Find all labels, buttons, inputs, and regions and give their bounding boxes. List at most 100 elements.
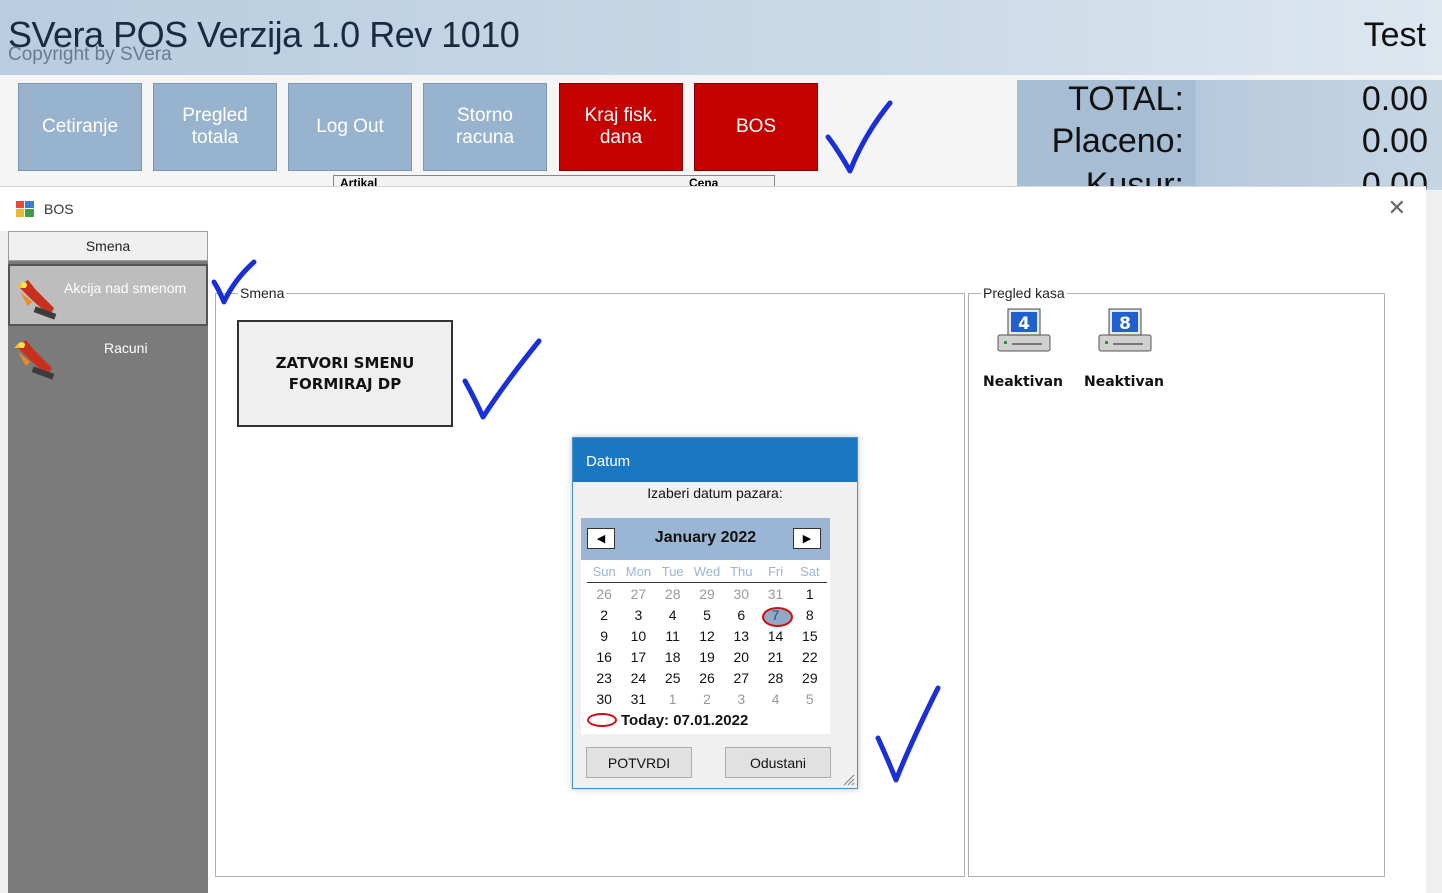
triangle-left-icon[interactable]: ◀ bbox=[587, 528, 615, 549]
zatvori-smenu-button[interactable]: ZATVORI SMENU FORMIRAJ DP bbox=[237, 320, 453, 427]
calendar-week-row: 2345678 bbox=[587, 605, 827, 627]
datum-dialog-title: Datum bbox=[573, 438, 857, 482]
cetiranje-button[interactable]: Cetiranje bbox=[18, 83, 142, 171]
zatvori-smenu-line1: ZATVORI SMENU bbox=[275, 353, 415, 372]
today-label: Today: 07.01.2022 bbox=[621, 712, 749, 729]
total-value: 0.00 bbox=[1361, 80, 1428, 118]
calendar-day[interactable]: 20 bbox=[724, 647, 758, 668]
calendar-day[interactable]: 30 bbox=[587, 689, 621, 710]
calendar-day[interactable]: 24 bbox=[621, 668, 655, 689]
calendar-day[interactable]: 2 bbox=[587, 605, 621, 626]
calendar-day[interactable]: 12 bbox=[690, 626, 724, 647]
calendar-week-row: 26 27 28 29 30 31 1 bbox=[587, 584, 827, 605]
sidebar-header-smena[interactable]: Smena bbox=[8, 231, 208, 261]
register-number-4: 4 bbox=[1018, 314, 1030, 334]
calendar-day[interactable]: 27 bbox=[724, 668, 758, 689]
weekday-header: Thu bbox=[730, 564, 753, 579]
calendar-day[interactable]: 18 bbox=[656, 647, 690, 668]
calendar-day[interactable]: 26 bbox=[587, 584, 621, 605]
calendar-day[interactable]: 4 bbox=[656, 605, 690, 626]
placeno-value: 0.00 bbox=[1361, 122, 1428, 160]
calendar-day[interactable]: 8 bbox=[793, 605, 827, 626]
kraj-fisk-dana-button[interactable]: Kraj fisk. dana bbox=[559, 83, 683, 171]
calendar-day[interactable]: 15 bbox=[793, 626, 827, 647]
calendar-day[interactable]: 5 bbox=[793, 689, 827, 710]
sidebar-item-label: Akcija nad smenom bbox=[64, 280, 187, 296]
calendar-today[interactable]: Today: 07.01.2022 bbox=[587, 712, 748, 729]
storno-racuna-button[interactable]: Storno racuna bbox=[423, 83, 547, 171]
screen: SVera POS Verzija 1.0 Rev 1010 Copyright… bbox=[0, 0, 1442, 893]
calendar-day[interactable]: 1 bbox=[793, 584, 827, 605]
sidebar-item-racuni[interactable]: Racuni bbox=[8, 326, 208, 388]
smena-group-caption: Smena bbox=[238, 285, 287, 301]
bos-titlebar: BOS ✕ bbox=[0, 187, 1426, 231]
weekday-header: Tue bbox=[661, 564, 684, 579]
calendar-day[interactable]: 31 bbox=[758, 584, 792, 605]
calendar-day[interactable]: 17 bbox=[621, 647, 655, 668]
cash-register-icon[interactable]: 8 bbox=[1095, 307, 1155, 353]
weekday-row: Sun Mon Tue Wed Thu Fri Sat bbox=[587, 562, 827, 583]
calendar-day[interactable]: 11 bbox=[656, 626, 690, 647]
calendar-day[interactable]: 3 bbox=[621, 605, 655, 626]
fire-extinguisher-icon bbox=[14, 340, 55, 380]
potvrdi-button[interactable]: POTVRDI bbox=[586, 747, 692, 778]
triangle-right-icon[interactable]: ▶ bbox=[793, 528, 821, 549]
weekday-header: Sat bbox=[800, 564, 820, 579]
pregled-kasa-group-caption: Pregled kasa bbox=[981, 285, 1067, 301]
sidebar-item-label: Racuni bbox=[104, 340, 148, 356]
placeno-label: Placeno: bbox=[1051, 122, 1184, 160]
calendar-day-selected: 7 bbox=[771, 607, 780, 623]
month-calendar[interactable]: January 2022 ◀ ▶ Sun Mon Tue Wed Thu Fri Sat 2… bbox=[581, 518, 830, 734]
log-out-button[interactable]: Log Out bbox=[288, 83, 412, 171]
calendar-day[interactable]: 30 bbox=[724, 584, 758, 605]
cash-register-icon[interactable]: 4 bbox=[994, 307, 1054, 353]
bos-button[interactable]: BOS bbox=[694, 83, 818, 171]
calendar-day[interactable]: 28 bbox=[758, 668, 792, 689]
weekday-header: Mon bbox=[625, 564, 652, 579]
calendar-day[interactable]: 5 bbox=[690, 605, 724, 626]
calendar-day[interactable]: 14 bbox=[758, 626, 792, 647]
weekday-header: Sun bbox=[592, 564, 616, 579]
calendar-day[interactable]: 13 bbox=[724, 626, 758, 647]
calendar-header: January 2022 ◀ ▶ bbox=[581, 518, 830, 560]
pos-totals-panel: TOTAL: 0.00 Placeno: 0.00 Kusur: 0.00 bbox=[1017, 80, 1442, 204]
calendar-day[interactable]: 26 bbox=[690, 668, 724, 689]
calendar-day[interactable]: 25 bbox=[656, 668, 690, 689]
weekday-header: Wed bbox=[693, 564, 721, 579]
resize-grip-icon[interactable] bbox=[841, 772, 855, 786]
total-label: TOTAL: bbox=[1068, 80, 1184, 118]
calendar-day[interactable]: 9 bbox=[587, 626, 621, 647]
calendar-day[interactable]: 19 bbox=[690, 647, 724, 668]
calendar-day[interactable]: 31 bbox=[621, 689, 655, 710]
calendar-day[interactable]: 16 bbox=[587, 647, 621, 668]
calendar-day[interactable]: 10 bbox=[621, 626, 655, 647]
pregled-totala-button[interactable]: Pregled totala bbox=[153, 83, 277, 171]
today-marker-icon bbox=[587, 713, 617, 727]
calendar-day[interactable]: 4 bbox=[758, 689, 792, 710]
sidebar-item-akcija-nad-smenom[interactable]: Akcija nad smenom bbox=[8, 264, 208, 326]
calendar-week-row: 9 10 11 12 13 14 15 bbox=[587, 626, 827, 647]
calendar-day[interactable]: 27 bbox=[621, 584, 655, 605]
calendar-day[interactable]: 23 bbox=[587, 668, 621, 689]
calendar-grid: Sun Mon Tue Wed Thu Fri Sat 26 27 28 29 30 31 1 2 3 4 5 6… bbox=[587, 562, 827, 710]
calendar-day[interactable]: 6 bbox=[724, 605, 758, 626]
calendar-day[interactable]: 22 bbox=[793, 647, 827, 668]
app-window-icon bbox=[16, 201, 34, 217]
calendar-week-row: 30 31 1 2 3 4 5 bbox=[587, 689, 827, 710]
bos-window-title: BOS bbox=[44, 201, 74, 217]
register-number-8: 8 bbox=[1119, 314, 1131, 334]
calendar-day[interactable]: 29 bbox=[690, 584, 724, 605]
calendar-day[interactable]: 1 bbox=[656, 689, 690, 710]
odustani-button[interactable]: Odustani bbox=[725, 747, 831, 778]
bos-sidebar: Smena Akcija nad smenom Racuni bbox=[8, 231, 208, 893]
calendar-day[interactable]: 3 bbox=[724, 689, 758, 710]
close-icon[interactable]: ✕ bbox=[1388, 196, 1406, 221]
calendar-day[interactable]: 21 bbox=[758, 647, 792, 668]
register-status-8: Neaktivan bbox=[1084, 374, 1165, 390]
calendar-day[interactable]: 29 bbox=[793, 668, 827, 689]
calendar-day[interactable]: 7 bbox=[758, 605, 794, 627]
pos-user-name: Test bbox=[1363, 16, 1426, 54]
datum-prompt: Izaberi datum pazara: bbox=[647, 485, 783, 501]
calendar-day[interactable]: 28 bbox=[656, 584, 690, 605]
calendar-day[interactable]: 2 bbox=[690, 689, 724, 710]
